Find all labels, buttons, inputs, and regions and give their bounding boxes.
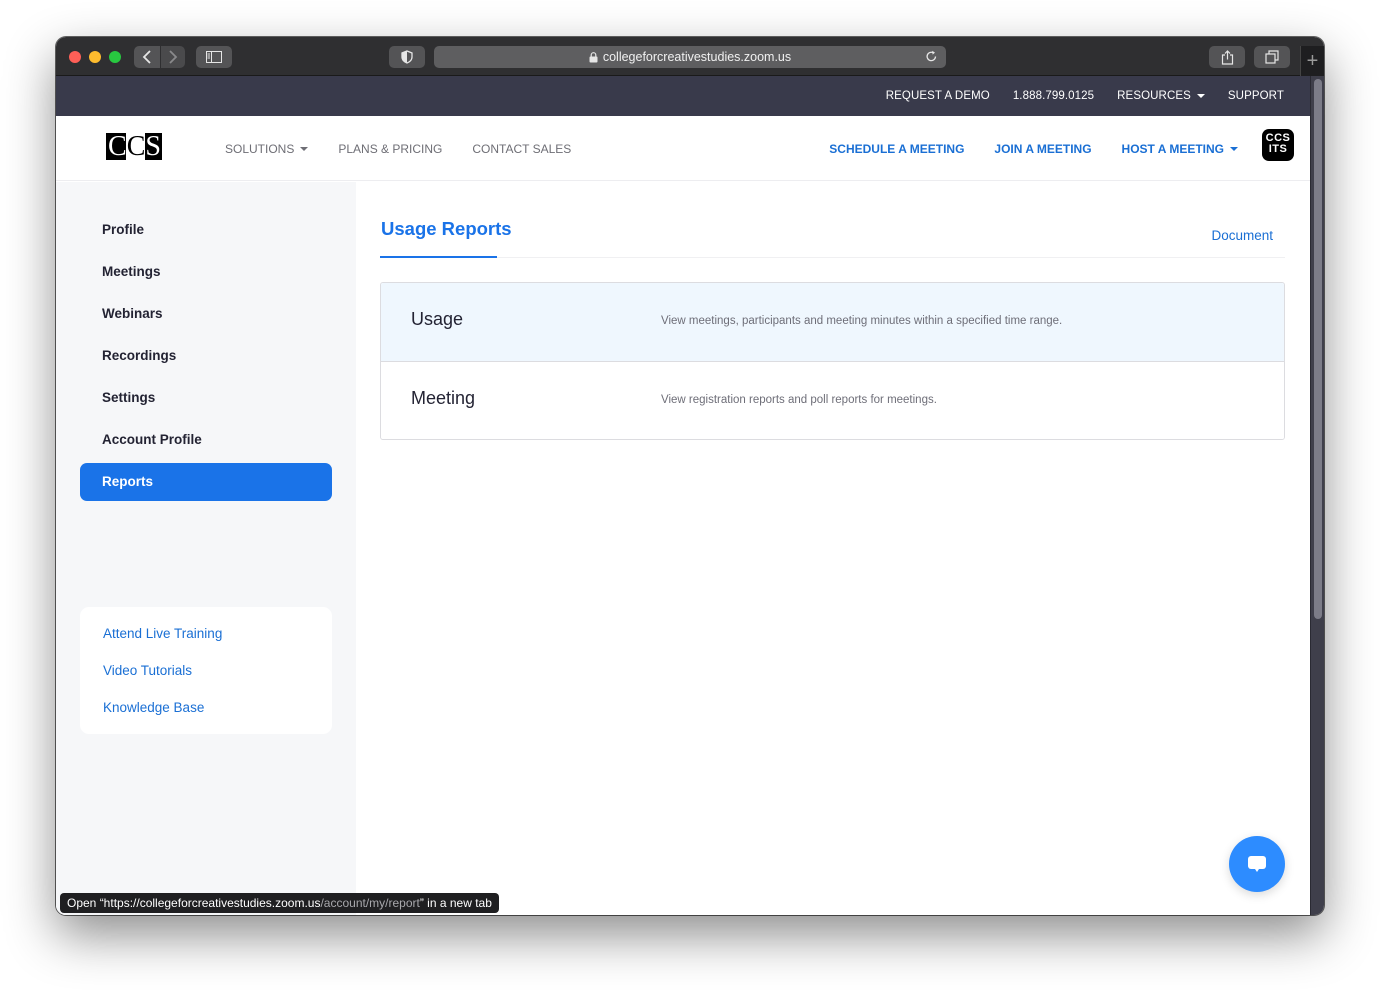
sidebar-item-recordings[interactable]: Recordings [80,337,332,375]
avatar-line: ITS [1268,143,1288,155]
active-tab-indicator [380,256,497,258]
forward-icon [169,50,178,64]
resources-menu[interactable]: RESOURCES [1117,90,1205,102]
caret-down-icon [1196,94,1205,98]
host-meeting-menu[interactable]: HOST A MEETING [1122,142,1238,156]
attend-live-training-link[interactable]: Attend Live Training [103,626,222,641]
link-status-tooltip: Open “https://collegeforcreativestudies.… [60,893,499,913]
tooltip-suffix: ” in a new tab [419,896,492,910]
sidebar-item-reports[interactable]: Reports [80,463,332,501]
report-description: View meetings, participants and meeting … [661,315,1063,327]
support-link[interactable]: SUPPORT [1228,90,1284,102]
user-avatar[interactable]: CCS ITS [1262,129,1294,161]
tabs-icon [1265,50,1279,64]
request-demo-link[interactable]: REQUEST A DEMO [886,90,990,102]
url-text: collegeforcreativestudies.zoom.us [602,50,792,64]
forward-button[interactable] [161,46,185,68]
contact-sales-link[interactable]: CONTACT SALES [472,142,571,156]
shield-icon [401,50,413,64]
logo-letter: S [145,131,161,162]
sidebar-item-settings[interactable]: Settings [80,379,332,417]
show-tabs-button[interactable] [1254,46,1290,68]
resources-label: RESOURCES [1117,90,1191,102]
back-button[interactable] [134,46,160,68]
document-link[interactable]: Document [1211,228,1273,243]
sidebar-item-webinars[interactable]: Webinars [80,295,332,333]
new-tab-button[interactable]: + [1300,46,1324,76]
solutions-menu[interactable]: SOLUTIONS [225,141,309,156]
logo-letter: C [125,131,146,162]
reload-icon[interactable] [925,50,938,63]
close-window-button[interactable] [69,51,81,63]
tab-usage-reports[interactable]: Usage Reports [381,218,512,240]
caret-down-icon [1230,146,1238,151]
logo-letter: C [108,131,127,162]
plans-pricing-link[interactable]: PLANS & PRICING [338,142,442,156]
schedule-meeting-link[interactable]: SCHEDULE A MEETING [829,142,964,156]
utility-bar: REQUEST A DEMO 1.888.799.0125 RESOURCES … [56,76,1310,116]
sidebar-toggle-button[interactable] [196,46,232,68]
nav-right: SCHEDULE A MEETING JOIN A MEETING HOST A… [799,116,1238,181]
help-links-card: Attend Live Training Video Tutorials Kno… [80,607,332,734]
phone-link[interactable]: 1.888.799.0125 [1013,90,1094,102]
solutions-label: SOLUTIONS [225,141,295,156]
sidebar: Profile Meetings Webinars Recordings Set… [56,182,356,915]
report-list: Usage View meetings, participants and me… [380,282,1285,440]
chat-button[interactable] [1229,836,1285,892]
sidebar-item-profile[interactable]: Profile [80,211,332,249]
back-icon [142,50,151,64]
sidebar-item-meetings[interactable]: Meetings [80,253,332,291]
browser-window: collegeforcreativestudies.zoom.us + REQU… [56,37,1324,915]
join-meeting-link[interactable]: JOIN A MEETING [994,142,1091,156]
privacy-report-button[interactable] [389,46,425,68]
report-row-meeting[interactable]: Meeting View registration reports and po… [381,361,1284,439]
minimize-window-button[interactable] [89,51,101,63]
chat-bubble-icon [1248,856,1266,872]
host-meeting-label: HOST A MEETING [1121,141,1224,156]
address-bar[interactable]: collegeforcreativestudies.zoom.us [434,46,946,68]
tooltip-path: /account/my/report [320,896,420,910]
report-name: Meeting [411,388,476,408]
page-scrollbar[interactable] [1310,76,1324,915]
share-icon [1221,49,1233,65]
scrollbar-thumb[interactable] [1314,79,1322,619]
browser-toolbar: collegeforcreativestudies.zoom.us + [56,37,1324,76]
report-row-usage[interactable]: Usage View meetings, participants and me… [381,283,1284,361]
tooltip-host: Open “https://collegeforcreativestudies.… [67,896,321,910]
new-tab-icon: + [1306,50,1319,72]
video-tutorials-link[interactable]: Video Tutorials [103,663,192,678]
page-viewport: REQUEST A DEMO 1.888.799.0125 RESOURCES … [56,76,1310,915]
caret-down-icon [300,146,309,151]
zoom-window-button[interactable] [109,51,121,63]
lock-icon [589,51,598,62]
report-description: View registration reports and poll repor… [661,394,937,406]
nav-left: SOLUTIONS PLANS & PRICING CONTACT SALES [225,116,601,181]
sidebar-item-account-profile[interactable]: Account Profile [80,421,332,459]
ccs-logo[interactable]: CCS [106,131,162,162]
knowledge-base-link[interactable]: Knowledge Base [103,700,204,715]
sidebar-icon [206,51,222,63]
report-name: Usage [411,309,464,329]
main-navbar: CCS SOLUTIONS PLANS & PRICING CONTACT SA… [56,116,1310,181]
share-button[interactable] [1209,46,1245,68]
tab-divider [380,257,1285,258]
